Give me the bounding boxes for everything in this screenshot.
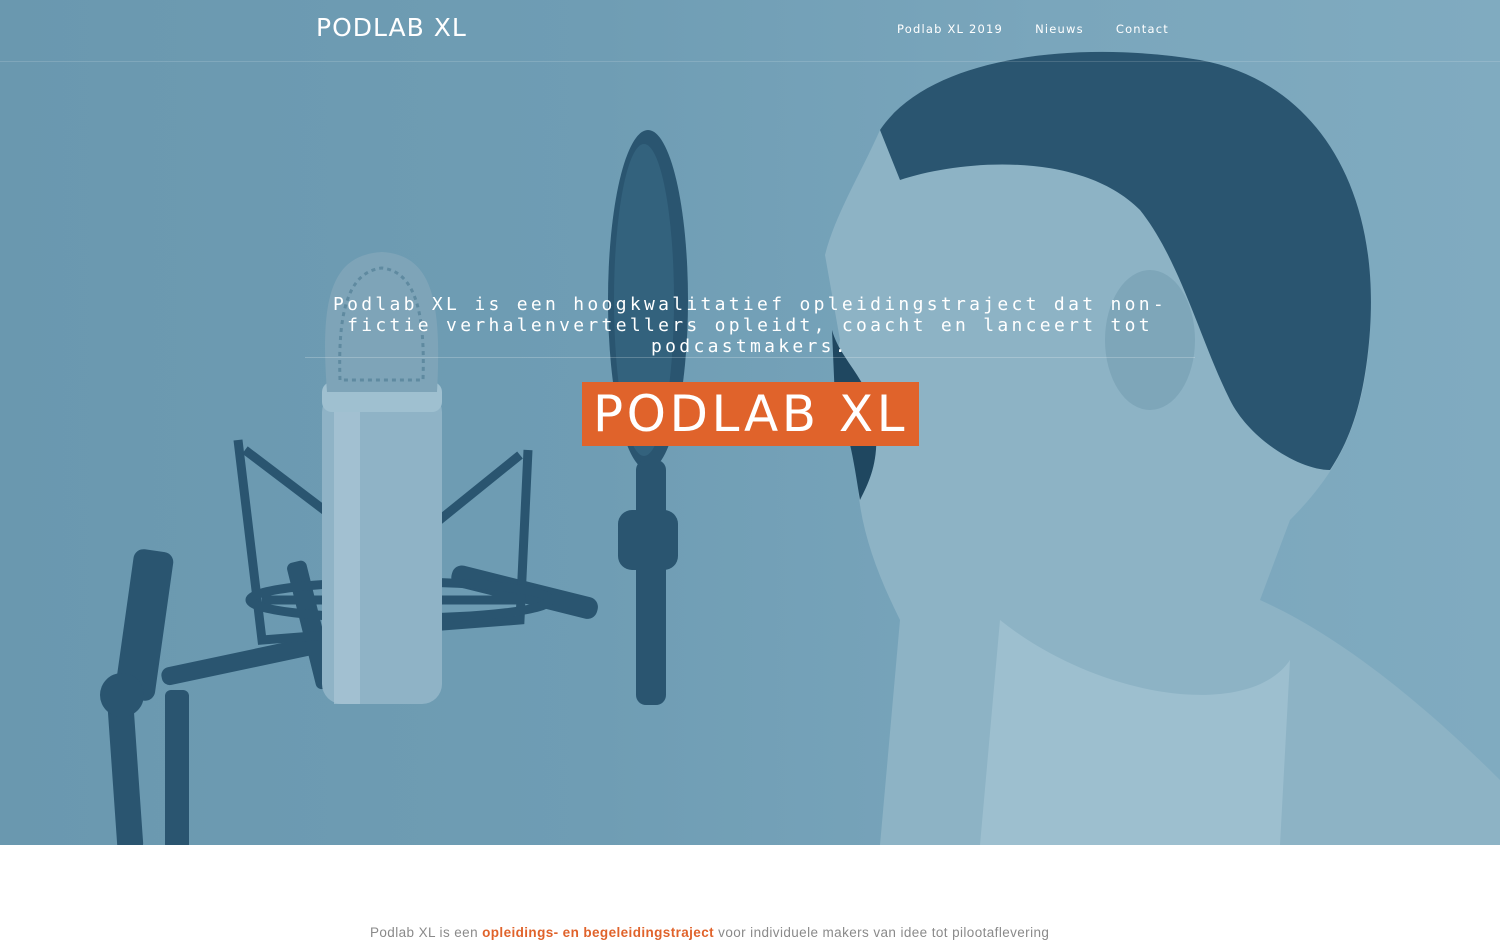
nav-link-podlab-xl-2019[interactable]: Podlab XL 2019 [897, 22, 1003, 36]
hero-section: PODLAB XL Podlab XL 2019 Nieuws Contact … [0, 0, 1500, 845]
nav-link-contact[interactable]: Contact [1116, 22, 1169, 36]
main-menu: Podlab XL 2019 Nieuws Contact [897, 22, 1169, 36]
hero-tagline: Podlab XL is een hoogkwalitatief opleidi… [332, 294, 1168, 357]
boy-figure [825, 51, 1500, 845]
top-navigation-bar: PODLAB XL Podlab XL 2019 Nieuws Contact [0, 0, 1500, 62]
nav-link-nieuws[interactable]: Nieuws [1035, 22, 1084, 36]
hero-divider [305, 357, 1195, 358]
site-logo[interactable]: PODLAB XL [316, 13, 467, 42]
hero-title: PODLAB XL [582, 382, 919, 446]
